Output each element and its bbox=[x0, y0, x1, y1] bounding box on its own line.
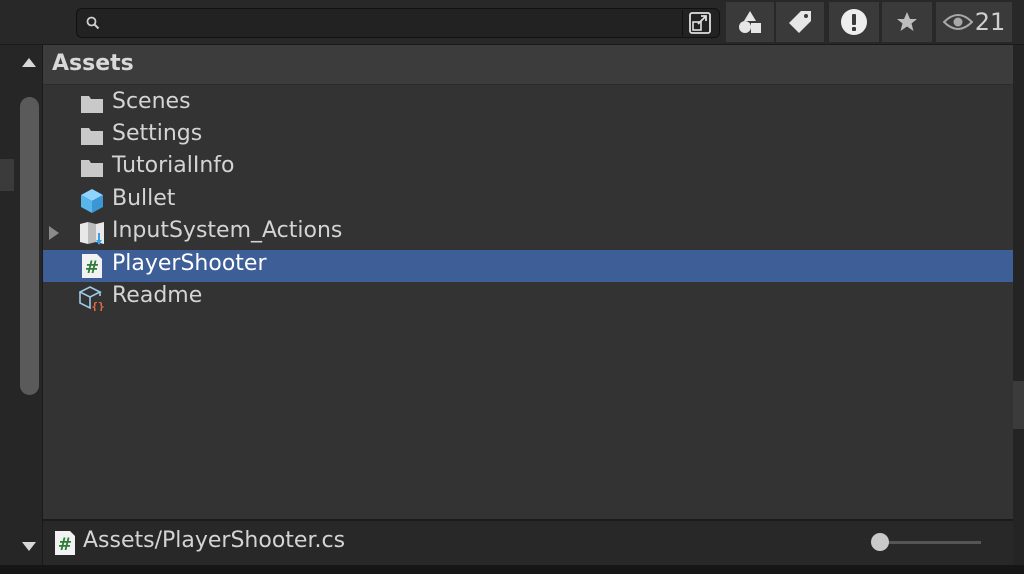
search-by-type-button[interactable] bbox=[682, 10, 717, 36]
right-edge bbox=[1013, 45, 1024, 565]
resize-handle[interactable] bbox=[1013, 381, 1024, 429]
status-footer: # Assets/PlayerShooter.cs bbox=[43, 521, 1013, 565]
list-item-label: Readme bbox=[112, 283, 203, 308]
list-item-label: PlayerShooter bbox=[112, 251, 267, 276]
exclamation-icon bbox=[841, 9, 867, 35]
hidden-packages-toggle[interactable]: 21 bbox=[936, 2, 1012, 42]
list-item-label: InputSystem_Actions bbox=[112, 218, 343, 243]
expand-arrow-icon[interactable] bbox=[49, 226, 59, 240]
visible-count: 21 bbox=[974, 8, 1006, 36]
scrollbar-thumb[interactable] bbox=[20, 97, 39, 395]
folder-header: Assets bbox=[43, 45, 1013, 85]
window-bottom-edge bbox=[0, 565, 1024, 574]
icon-size-slider[interactable] bbox=[881, 541, 981, 544]
filter-by-type-button[interactable] bbox=[726, 2, 774, 42]
splitter-handle[interactable] bbox=[0, 159, 14, 191]
list-item-label: TutorialInfo bbox=[112, 153, 235, 178]
folder-title: Assets bbox=[52, 51, 134, 76]
scroll-up-arrow-icon[interactable] bbox=[22, 58, 36, 67]
eye-icon bbox=[942, 14, 973, 30]
list-item-bullet[interactable]: Bullet bbox=[43, 185, 1013, 217]
svg-text:{}: {} bbox=[91, 300, 104, 311]
list-item-playershooter[interactable]: # PlayerShooter bbox=[43, 250, 1013, 282]
list-item-readme[interactable]: {} Readme bbox=[43, 282, 1013, 314]
vertical-scrollbar[interactable] bbox=[0, 45, 43, 565]
list-item-settings[interactable]: Settings bbox=[43, 120, 1013, 152]
list-item-tutorialinfo[interactable]: TutorialInfo bbox=[43, 152, 1013, 184]
project-toolbar: 21 bbox=[0, 0, 1024, 45]
search-field[interactable] bbox=[76, 8, 720, 38]
scriptable-object-icon: {} bbox=[79, 286, 105, 311]
star-icon bbox=[897, 12, 917, 31]
selected-asset-path: Assets/PlayerShooter.cs bbox=[83, 528, 346, 553]
csharp-script-icon: # bbox=[55, 531, 75, 555]
svg-text:#: # bbox=[85, 258, 99, 278]
icon-size-slider-thumb[interactable] bbox=[871, 533, 889, 551]
filter-by-label-button[interactable] bbox=[776, 2, 824, 42]
scroll-down-arrow-icon[interactable] bbox=[22, 542, 36, 551]
folder-icon bbox=[81, 96, 103, 113]
prefab-cube-icon bbox=[81, 189, 103, 213]
folder-icon bbox=[81, 128, 103, 145]
svg-text:#: # bbox=[58, 535, 72, 555]
folder-icon bbox=[81, 160, 103, 177]
errors-filter-button[interactable] bbox=[829, 2, 879, 42]
csharp-script-icon: # bbox=[82, 254, 102, 278]
project-asset-list: Assets Scenes Settings TutorialInfo Bull… bbox=[43, 45, 1013, 519]
list-item-label: Settings bbox=[112, 121, 203, 146]
list-item-inputsystem-actions[interactable]: InputSystem_Actions bbox=[43, 217, 1013, 249]
list-item-label: Scenes bbox=[112, 89, 191, 114]
list-item-label: Bullet bbox=[112, 186, 176, 211]
tag-icon bbox=[789, 11, 811, 33]
input-actions-icon bbox=[80, 222, 104, 245]
shapes-icon bbox=[739, 11, 761, 33]
picker-icon bbox=[689, 12, 711, 34]
search-icon bbox=[86, 16, 100, 30]
favorites-button[interactable] bbox=[882, 2, 932, 42]
list-item-scenes[interactable]: Scenes bbox=[43, 88, 1013, 120]
